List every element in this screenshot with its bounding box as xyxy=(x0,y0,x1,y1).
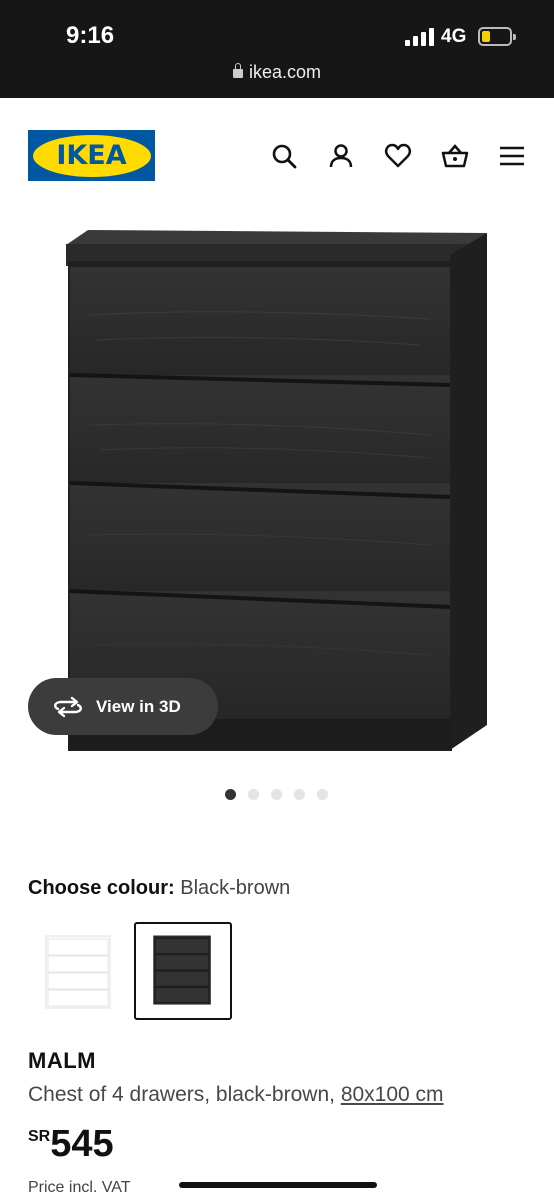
status-bar: 9:16 4G ikea.com xyxy=(0,0,554,98)
battery-icon xyxy=(478,27,516,46)
price-currency: SR xyxy=(28,1128,51,1145)
heart-icon[interactable] xyxy=(383,141,413,171)
product-description: Chest of 4 drawers, black-brown, 80x100 … xyxy=(28,1083,444,1107)
logo-text: IKEA xyxy=(56,140,127,171)
basket-icon[interactable] xyxy=(440,141,470,171)
home-indicator[interactable] xyxy=(179,1182,377,1188)
carousel-dot-5[interactable] xyxy=(317,789,328,800)
carousel-dots xyxy=(225,789,328,800)
user-icon[interactable] xyxy=(326,141,356,171)
carousel-dot-1[interactable] xyxy=(225,789,236,800)
address-bar[interactable]: ikea.com xyxy=(0,62,554,83)
carousel-dot-3[interactable] xyxy=(271,789,282,800)
status-time: 9:16 xyxy=(66,22,115,49)
lock-icon xyxy=(232,63,243,78)
vat-note: Price incl. VAT xyxy=(28,1179,131,1196)
view-in-3d-button[interactable]: View in 3D xyxy=(28,678,218,735)
colour-value: Black-brown xyxy=(180,877,291,899)
carousel-dot-2[interactable] xyxy=(248,789,259,800)
product-price: SR 545 xyxy=(28,1124,114,1164)
carousel-dot-4[interactable] xyxy=(294,789,305,800)
colour-swatch-white[interactable] xyxy=(36,922,134,1020)
product-name: MALM xyxy=(28,1048,96,1073)
signal-icon xyxy=(405,28,435,46)
menu-icon[interactable] xyxy=(497,141,527,171)
view-in-3d-label: View in 3D xyxy=(96,696,181,716)
search-icon[interactable] xyxy=(269,141,299,171)
product-dimensions-link[interactable]: 80x100 cm xyxy=(341,1083,444,1106)
price-amount: 545 xyxy=(50,1123,114,1165)
rotate-3d-icon xyxy=(54,696,82,717)
ikea-logo[interactable]: IKEA xyxy=(28,130,155,181)
network-type: 4G xyxy=(441,26,467,47)
product-description-text: Chest of 4 drawers, black-brown, xyxy=(28,1083,335,1106)
url-text: ikea.com xyxy=(248,62,322,82)
colour-swatch-black-brown[interactable] xyxy=(134,922,232,1020)
colour-label: Choose colour: xyxy=(28,877,175,899)
colour-chooser-label: Choose colour: Black-brown xyxy=(28,877,290,900)
